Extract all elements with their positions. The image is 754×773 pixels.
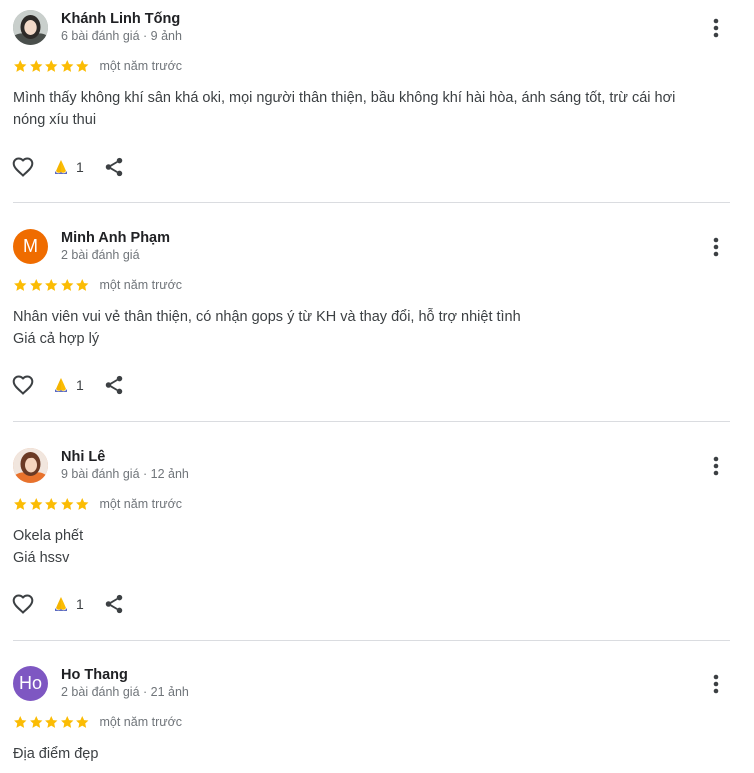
star-icon [45, 279, 58, 291]
star-icon [14, 716, 27, 728]
review-time: một năm trước [99, 497, 183, 511]
star-rating [13, 497, 90, 511]
star-icon [76, 498, 89, 510]
star-icon [60, 279, 73, 291]
review-divider [13, 202, 730, 203]
more-vertical-icon [713, 456, 719, 476]
reaction-summary[interactable]: 1 [52, 376, 84, 394]
rating-row: một năm trước [13, 277, 182, 293]
star-icon [45, 716, 58, 728]
clapping-hands-icon [55, 160, 67, 174]
avatar-letter: M [23, 236, 38, 256]
star-icon [29, 60, 42, 72]
star-icon [76, 716, 89, 728]
reviewer-name[interactable]: Khánh Linh Tống [61, 11, 180, 27]
review-text-line: Mình thấy không khí sân khá oki, mọi ngư… [13, 90, 676, 106]
more-options-button[interactable] [706, 672, 726, 696]
star-icon [45, 498, 58, 510]
avatar-letter: Ho [18, 673, 42, 693]
avatar[interactable]: M [13, 229, 48, 264]
star-icon [14, 498, 27, 510]
star-icon [60, 498, 73, 510]
review-text-line: Giá cả hợp lý [13, 331, 100, 347]
review-text-line: nóng xíu thui [13, 112, 97, 128]
star-rating [13, 715, 90, 729]
more-options-button[interactable] [706, 454, 726, 478]
review-actions: 1 [11, 372, 125, 398]
star-icon [76, 279, 89, 291]
star-icon [60, 60, 73, 72]
reviewer-meta: 6 bài đánh giá · 9 ảnh [61, 29, 182, 43]
avatar[interactable] [13, 448, 48, 483]
reviewer-name[interactable]: Minh Anh Phạm [61, 230, 170, 246]
review-text-line: Nhân viên vui vẻ thân thiện, có nhận gop… [13, 309, 521, 325]
rating-row: một năm trước [13, 496, 182, 512]
review-text-line: Giá hssv [13, 550, 70, 566]
review-text: Okela phết Giá hssv [13, 525, 733, 569]
review-text: Địa điểm đẹp [13, 743, 733, 765]
more-options-button[interactable] [706, 235, 726, 259]
review-divider [13, 640, 730, 641]
star-icon [29, 279, 42, 291]
star-icon [29, 498, 42, 510]
star-icon [76, 60, 89, 72]
more-vertical-icon [713, 237, 719, 257]
star-icon [60, 716, 73, 728]
review-time: một năm trước [99, 278, 183, 292]
reaction-summary[interactable]: 1 [52, 595, 84, 613]
star-icon [14, 60, 27, 72]
star-rating [13, 59, 90, 73]
share-icon[interactable] [103, 593, 125, 615]
profile-photo-icon [13, 448, 48, 483]
star-rating [13, 278, 90, 292]
rating-row: một năm trước [13, 714, 182, 730]
more-vertical-icon [713, 674, 719, 694]
reviewer-meta: 2 bài đánh giá · 21 ảnh [61, 685, 189, 699]
avatar[interactable]: Ho [13, 666, 48, 701]
review-text-line: Okela phết [13, 528, 84, 544]
heart-outline-icon[interactable] [11, 592, 35, 616]
review-actions: 1 [11, 591, 125, 617]
clapping-hands-icon [55, 597, 67, 611]
star-icon [45, 60, 58, 72]
reviewer-name[interactable]: Nhi Lê [61, 449, 105, 465]
star-icon [29, 716, 42, 728]
review-time: một năm trước [99, 715, 183, 729]
review-text: Nhân viên vui vẻ thân thiện, có nhận gop… [13, 306, 733, 350]
review-text-line: Địa điểm đẹp [13, 746, 99, 762]
reviewer-name[interactable]: Ho Thang [61, 667, 128, 683]
clapping-hands-icon [55, 378, 67, 392]
rating-row: một năm trước [13, 58, 182, 74]
reaction-count: 1 [76, 596, 84, 612]
star-icon [14, 279, 27, 291]
reaction-summary[interactable]: 1 [52, 158, 84, 176]
more-options-button[interactable] [706, 16, 726, 40]
reviewer-meta: 9 bài đánh giá · 12 ảnh [61, 467, 189, 481]
avatar[interactable] [13, 10, 48, 45]
review-actions: 1 [11, 154, 125, 180]
reviewer-meta: 2 bài đánh giá [61, 248, 140, 262]
more-vertical-icon [713, 18, 719, 38]
share-icon[interactable] [103, 156, 125, 178]
heart-outline-icon[interactable] [11, 373, 35, 397]
heart-outline-icon[interactable] [11, 155, 35, 179]
review-text: Mình thấy không khí sân khá oki, mọi ngư… [13, 87, 733, 131]
reaction-count: 1 [76, 377, 84, 393]
review-divider [13, 421, 730, 422]
reaction-count: 1 [76, 159, 84, 175]
share-icon[interactable] [103, 374, 125, 396]
profile-photo-icon [13, 10, 48, 45]
review-time: một năm trước [99, 59, 183, 73]
